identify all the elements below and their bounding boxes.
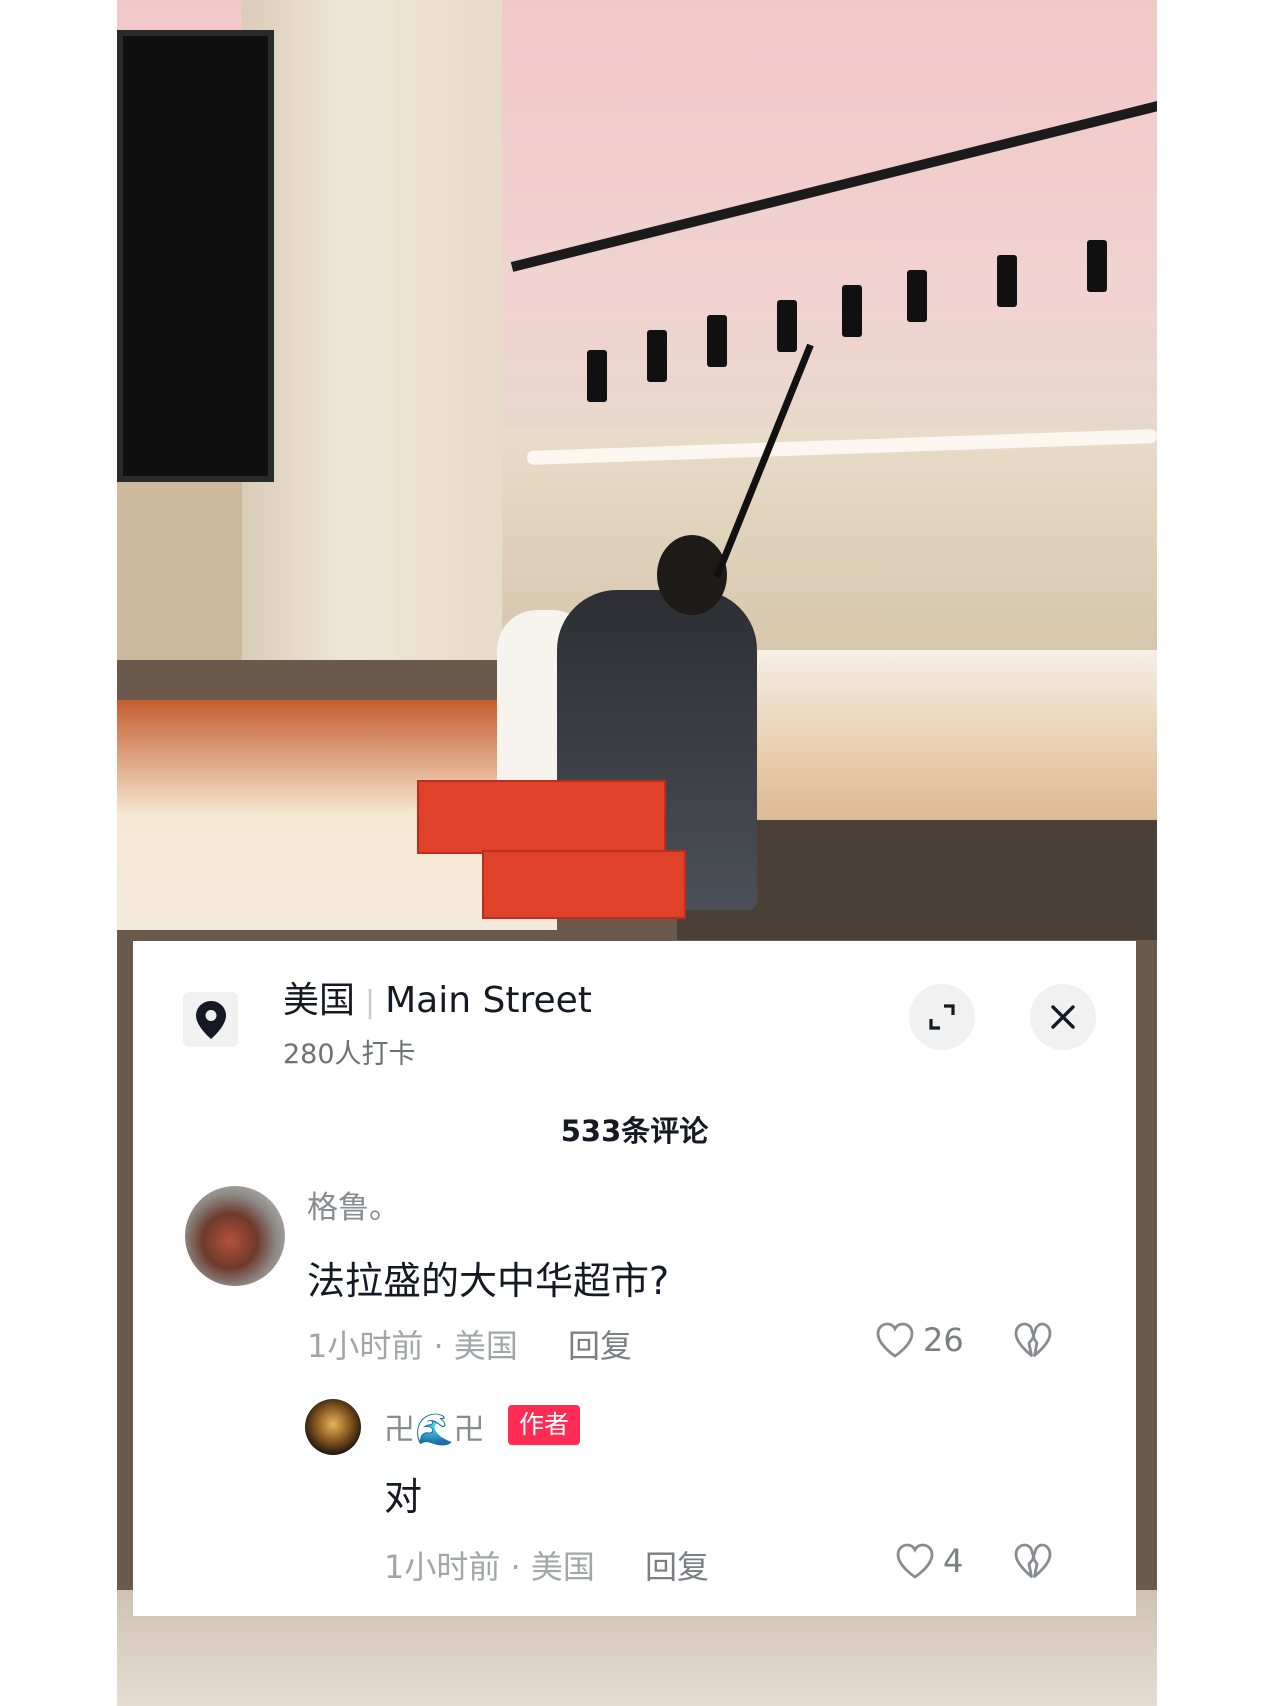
scene-box [482, 850, 686, 919]
scene-spotlight [997, 255, 1017, 307]
reply-button[interactable]: 回复 [645, 1542, 709, 1588]
scene-spotlight [907, 270, 927, 322]
scene-spotlight [647, 330, 667, 382]
scene-pillar [242, 0, 502, 660]
avatar[interactable] [185, 1186, 285, 1286]
scene-tv-screen [117, 30, 274, 482]
location-country: 美国 [283, 980, 356, 1021]
comment-count: 533条评论 [560, 1114, 709, 1148]
reply-username[interactable]: 卍🌊卍 [384, 1404, 485, 1449]
reply-button[interactable]: 回复 [568, 1321, 632, 1367]
location-separator: | [365, 985, 376, 1020]
scene-left-wall [117, 470, 247, 660]
dislike-button[interactable] [1013, 1542, 1053, 1584]
like-button[interactable]: 26 [875, 1321, 964, 1359]
comment-username[interactable]: 格鲁。 [307, 1182, 400, 1227]
scene-spotlight [842, 285, 862, 337]
location-title[interactable]: 美国 | Main Street [283, 971, 592, 1023]
scene-spotlight [707, 315, 727, 367]
location-place: Main Street [385, 980, 592, 1021]
reply-time-location: 1小时前 · 美国 [384, 1548, 595, 1586]
comment-time-location: 1小时前 · 美国 [307, 1327, 518, 1365]
scene-box [417, 780, 666, 854]
like-button[interactable]: 4 [895, 1542, 963, 1580]
like-count: 4 [943, 1542, 964, 1580]
broken-heart-icon [1014, 1543, 1052, 1578]
location-checkins: 280人打卡 [283, 1039, 416, 1070]
close-icon [1051, 1005, 1075, 1029]
comment-text[interactable]: 法拉盛的大中华超市? [307, 1250, 669, 1305]
close-button[interactable] [1030, 984, 1096, 1050]
scene-spotlight [1087, 240, 1107, 292]
scene-spotlight [777, 300, 797, 352]
reply-text[interactable]: 对 [384, 1466, 422, 1521]
comment-panel: 美国 | Main Street 280人打卡 533条评论 格鲁。 法拉盛的大中华… [133, 941, 1136, 1616]
avatar[interactable] [305, 1399, 361, 1455]
heart-outline-icon [896, 1543, 934, 1579]
expand-button[interactable] [909, 984, 975, 1050]
heart-outline-icon [876, 1322, 914, 1358]
scene-spotlight [587, 350, 607, 402]
like-count: 26 [923, 1321, 964, 1359]
dislike-button[interactable] [1013, 1321, 1053, 1363]
location-pin-icon[interactable] [183, 992, 238, 1047]
expand-icon [929, 1004, 955, 1030]
author-badge: 作者 [508, 1405, 581, 1445]
broken-heart-icon [1014, 1322, 1052, 1357]
